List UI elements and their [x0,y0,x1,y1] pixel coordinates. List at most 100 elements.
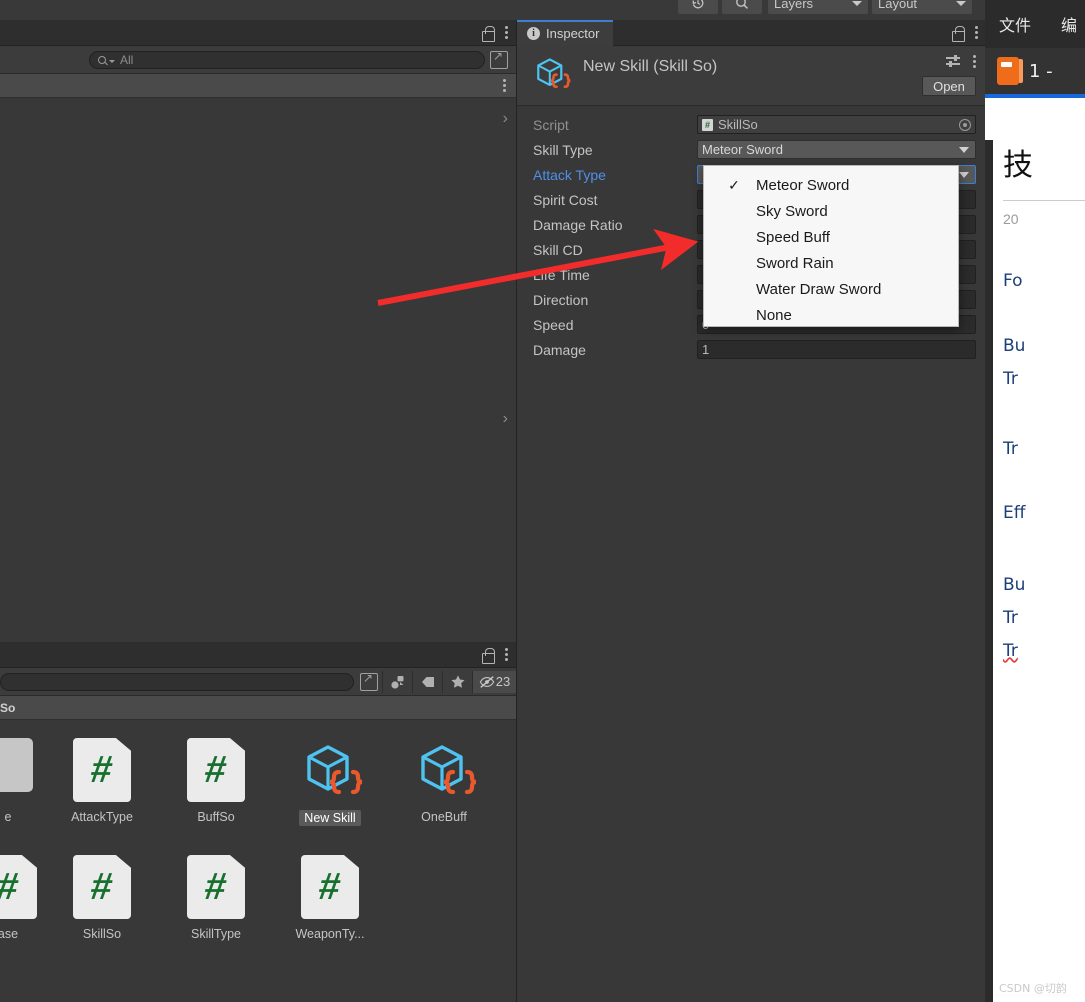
dropdown-option-sky-sword[interactable]: Sky Sword [704,198,958,224]
kebab-menu-icon[interactable] [504,648,508,661]
inspector-object-title: New Skill (Skill So) [583,58,718,75]
asset-thumbnail: # [297,855,363,921]
property-row-damage: Damage 1 [517,337,986,362]
asset-item-partial-1[interactable]: e [0,738,58,824]
note-tab-label[interactable]: 1 - [1029,61,1053,82]
note-menu-next[interactable]: 编 [1061,12,1077,36]
project-search-box[interactable] [0,672,354,691]
lock-icon[interactable] [481,25,495,42]
eye-slash-icon [479,675,495,688]
tab-inspector[interactable]: i Inspector [517,19,614,46]
note-line: Tr [1003,608,1018,628]
hidden-assets-toggle[interactable]: 23 [472,670,516,693]
hierarchy-tabbar [0,20,516,46]
search-icon [736,0,748,9]
packages-filter-icon[interactable] [382,670,412,693]
asset-item-new-skill[interactable]: New Skill [280,738,380,831]
note-title: 技 [1003,148,1033,183]
hierarchy-search-input[interactable] [120,52,476,67]
dropdown-option-none[interactable]: None [704,302,958,328]
skill-type-value: Meteor Sword [702,142,783,157]
asset-item-onebuff[interactable]: OneBuff [394,738,494,824]
attack-type-dropdown-menu[interactable]: ✓ Meteor Sword Sky Sword Speed Buff Swor… [703,165,959,327]
note-line: Tr [1003,641,1018,661]
csharp-script-icon: # [187,855,245,919]
inspector-panel: i Inspector New Skill (Skill So) Open Sc… [516,19,986,1002]
project-search-input[interactable] [9,674,345,689]
chevron-right-icon-bottom[interactable]: › [503,410,508,428]
property-label: Speed [533,316,574,333]
breadcrumb[interactable]: So [0,701,15,715]
asset-item-weapontype[interactable]: # WeaponTy... [280,855,380,941]
layout-label: Layout [878,0,918,11]
object-picker-icon[interactable] [959,118,971,131]
kebab-menu-icon[interactable] [502,79,506,92]
top-toolbar: Layers Layout [0,0,985,20]
csharp-script-icon: # [187,738,245,802]
csharp-script-icon: # [702,118,713,131]
dropdown-option-sword-rain[interactable]: Sword Rain [704,250,958,276]
dropdown-option-water-draw-sword[interactable]: Water Draw Sword [704,276,958,302]
chevron-down-icon [956,141,972,158]
csharp-script-icon: # [301,855,359,919]
asset-thumbnail [297,738,363,804]
property-label: Direction [533,291,589,308]
layout-dropdown[interactable]: Layout [872,0,972,14]
asset-label: OneBuff [421,810,467,824]
asset-item-buffso[interactable]: # BuffSo [166,738,266,824]
asset-item-skilltype[interactable]: # SkillType [166,855,266,941]
lock-icon[interactable] [951,25,965,42]
asset-label: e [4,810,12,824]
layers-label: Layers [774,0,814,11]
lock-icon[interactable] [481,647,495,664]
note-menu-file[interactable]: 文件 [999,12,1031,36]
expand-icon[interactable] [360,671,378,691]
chevron-right-icon-top[interactable]: › [503,110,508,128]
asset-item-skillso[interactable]: # SkillSo [52,855,152,941]
dropdown-option-label: Sword Rain [756,254,834,272]
history-icon-button[interactable] [678,0,718,14]
search-icon [98,55,106,64]
preset-icon[interactable] [946,54,960,68]
toolbar-search-button[interactable] [722,0,762,14]
damage-field[interactable]: 1 [697,340,976,359]
property-label: Skill Type [533,141,593,158]
dropdown-option-label: Speed Buff [756,228,830,246]
kebab-menu-icon[interactable] [972,54,976,68]
note-gutter [985,140,993,1002]
property-label: Damage [533,341,586,358]
dropdown-option-meteor-sword[interactable]: ✓ Meteor Sword [704,172,958,198]
script-object-field[interactable]: # SkillSo [697,115,976,134]
property-row-skill-type: Skill Type Meteor Sword [517,137,986,162]
plain-asset-icon [0,738,33,792]
open-button[interactable]: Open [922,76,976,96]
favorites-star-icon[interactable] [442,670,472,693]
note-app-panel: 文件 编 1 - 技 20 Fo Bu Tr Tr Eff Bu Tr Tr C… [985,0,1085,1002]
dropdown-option-speed-buff[interactable]: Speed Buff [704,224,958,250]
note-line: Eff [1003,503,1026,523]
watermark: CSDN @切韵 [999,982,1067,995]
info-icon: i [527,27,540,40]
property-label: Life Time [533,266,590,283]
chevron-down-icon [109,60,115,63]
hierarchy-search-box[interactable] [89,50,485,69]
asset-item-attacktype[interactable]: # AttackType [52,738,152,824]
note-line: Fo [1003,271,1023,291]
note-titlebar: 文件 编 [985,0,1085,48]
layers-dropdown[interactable]: Layers [768,0,868,14]
asset-item-partial-2[interactable]: # ase [0,855,58,941]
kebab-menu-icon[interactable] [504,26,508,39]
tab-inspector-label: Inspector [546,26,600,41]
note-page: 技 20 Fo Bu Tr Tr Eff Bu Tr Tr [985,140,1085,1002]
skill-type-dropdown[interactable]: Meteor Sword [697,140,976,159]
asset-grid: e # AttackType # BuffSo New Skill OneBuf… [0,720,516,1002]
property-label: Skill CD [533,241,583,258]
kebab-menu-icon[interactable] [974,26,978,39]
csharp-script-icon: # [73,738,131,802]
asset-label: SkillSo [82,927,122,941]
label-filter-icon[interactable] [412,670,442,693]
hierarchy-panel: › › [0,20,516,642]
project-toolbar: 23 [0,668,516,696]
expand-icon[interactable] [490,49,508,69]
hidden-assets-count: 23 [495,674,511,689]
